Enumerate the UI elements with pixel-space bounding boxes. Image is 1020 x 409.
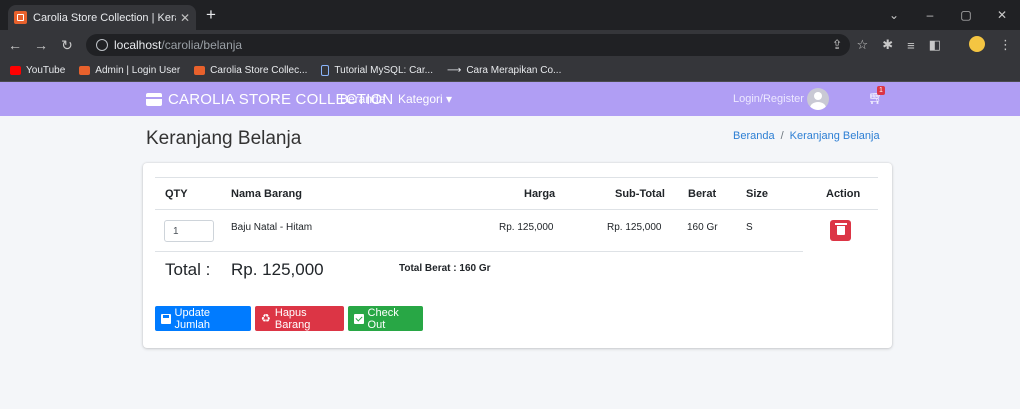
table-top-border [155,177,878,178]
bookmarks-bar: YouTube Admin | Login User Carolia Store… [0,60,1020,82]
breadcrumb-home[interactable]: Beranda [733,130,775,142]
cart-card: QTY Nama Barang Harga Sub-Total Berat Si… [143,163,892,348]
col-header-action: Action [826,188,861,200]
check-out-button[interactable]: Check Out [348,306,423,331]
delete-item-button[interactable] [830,220,851,241]
bookmark-carolia[interactable]: Carolia Store Collec... [194,65,307,76]
tab-title: Carolia Store Collection | Keranja... [33,11,176,24]
nav-kategori-dropdown[interactable]: Kategori ▾ [398,82,452,116]
tab-search-icon[interactable]: ⌄ [876,8,912,22]
bookmark-star-icon[interactable]: ☆ [857,37,869,53]
page-icon [321,65,330,76]
side-panel-icon[interactable]: ◧ [929,37,941,53]
bookmark-youtube[interactable]: YouTube [10,65,65,76]
row-divider [155,251,803,252]
bookmark-label: Carolia Store Collec... [210,65,308,76]
col-header-nama: Nama Barang [231,188,302,200]
window-controls: ⌄ – ▢ ✕ [876,0,1020,30]
extensions-puzzle-icon[interactable]: ✱ [882,37,893,53]
forward-icon[interactable]: → [30,37,52,53]
col-header-size: Size [746,188,769,200]
qty-input[interactable] [164,220,214,242]
browser-tab-strip: Carolia Store Collection | Keranja... ✕ … [0,0,1020,30]
check-square-icon [354,313,364,324]
bookmark-label: Cara Merapikan Co... [466,65,562,76]
carolia-favicon-icon [194,66,206,75]
breadcrumb-separator: / [780,130,784,142]
total-berat: Total Berat : 160 Gr [399,263,491,274]
tab-close-icon[interactable]: ✕ [180,11,190,25]
update-jumlah-label: Update Jumlah [174,306,211,331]
extension-icons: ⇪ ☆ ✱ ≡ ◧ ⋮ [818,30,1012,60]
back-icon[interactable]: ← [4,37,26,53]
site-navbar: CAROLIA STORE COLLECTION Beranda Kategor… [0,82,1020,116]
arrow-icon: ⟶ [446,65,462,76]
check-out-label: Check Out [367,306,399,331]
carolia-favicon-icon [14,11,27,24]
col-header-subtotal: Sub-Total [615,188,665,200]
site-info-icon[interactable] [96,39,108,51]
profile-icon[interactable] [955,35,985,55]
url-input[interactable]: localhost /carolia/belanja [86,34,850,56]
breadcrumb-current[interactable]: Keranjang Belanja [790,130,880,142]
breadcrumb: Beranda / Keranjang Belanja [733,130,880,142]
menu-kebab-icon[interactable]: ⋮ [999,37,1012,53]
total-value: Rp. 125,000 [231,260,324,279]
col-header-harga: Harga [524,188,556,200]
table-header-border [155,209,878,210]
trash-icon [834,223,847,235]
restore-icon[interactable]: ▢ [948,8,984,22]
total-label: Total : [165,260,211,279]
close-window-icon[interactable]: ✕ [984,8,1020,22]
col-header-berat: Berat [688,188,717,200]
item-harga: Rp. 125,000 [499,222,554,233]
bookmark-label: YouTube [26,65,66,76]
browser-tab[interactable]: Carolia Store Collection | Keranja... ✕ [8,5,196,30]
recycle-icon: ♻ [261,312,271,325]
user-avatar-icon [806,88,829,110]
minimize-icon[interactable]: – [912,8,948,22]
hapus-barang-button[interactable]: ♻ Hapus Barang [255,306,344,331]
save-icon [161,313,171,324]
nav-beranda[interactable]: Beranda [340,82,385,116]
login-label: Login/Register [733,93,804,105]
login-register-link[interactable]: Login/Register [733,82,829,116]
hapus-barang-label: Hapus Barang [274,306,311,331]
reading-list-icon[interactable]: ≡ [907,38,915,53]
url-host: localhost [114,38,162,52]
new-tab-button[interactable]: + [206,6,216,23]
store-icon [146,92,162,106]
share-icon[interactable]: ⇪ [832,37,843,53]
item-subtotal: Rp. 125,000 [607,222,662,233]
col-header-qty: QTY [165,188,188,200]
cart-button[interactable]: 🛒︎ 1 [868,86,885,106]
update-jumlah-button[interactable]: Update Jumlah [155,306,251,331]
item-size: S [746,222,753,233]
page-title: Keranjang Belanja [146,128,302,149]
url-path: /carolia/belanja [161,38,243,52]
bookmark-admin[interactable]: Admin | Login User [79,65,180,76]
reload-icon[interactable]: ↻ [56,37,78,54]
bookmark-label: Tutorial MySQL: Car... [334,65,433,76]
bookmark-label: Admin | Login User [95,65,181,76]
cart-count-badge: 1 [877,86,885,95]
item-name: Baju Natal - Hitam [231,222,313,233]
carolia-favicon-icon [79,66,91,75]
youtube-icon [10,66,21,75]
item-berat: 160 Gr [687,222,718,233]
bookmark-cara[interactable]: ⟶ Cara Merapikan Co... [447,65,561,76]
bookmark-mysql[interactable]: Tutorial MySQL: Car... [321,65,433,76]
